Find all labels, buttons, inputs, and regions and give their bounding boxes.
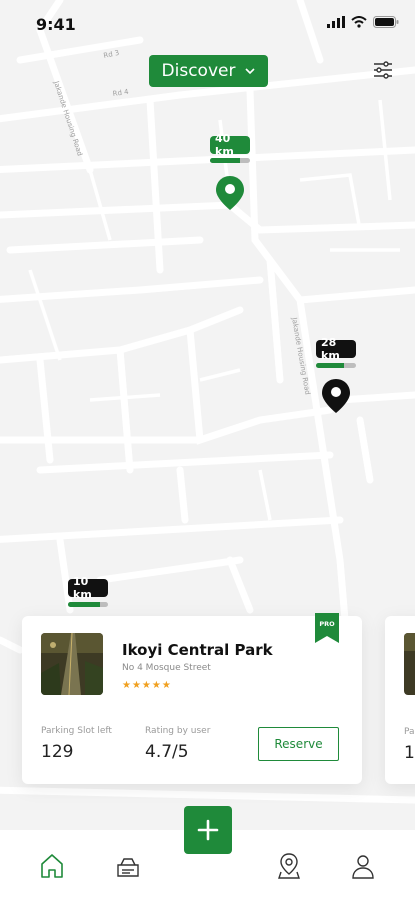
rating-value: 4.7/5 [145, 742, 189, 762]
profile-icon[interactable] [350, 852, 376, 880]
filter-sliders-icon[interactable] [371, 58, 395, 82]
map-pin-icon[interactable] [215, 175, 245, 211]
distance-progress-bar [210, 158, 250, 163]
status-time: 9:41 [36, 15, 76, 34]
status-icons [327, 16, 399, 28]
distance-progress-fill [316, 363, 344, 368]
discover-label: Discover [161, 61, 236, 81]
chevron-down-icon [245, 67, 256, 74]
parking-address: No 4 Mosque Street [122, 663, 211, 673]
distance-badge: 28 km [316, 336, 356, 362]
slots-value: 129 [41, 742, 74, 762]
app-screen: Rd 3 Rd 4 Jakande Housing Road Jakande H… [0, 0, 415, 900]
parking-title: Ikoyi Central Park [122, 641, 273, 659]
distance-progress-fill [210, 158, 240, 163]
slots-value-partial: 12 [404, 743, 415, 763]
distance-badge: 40 km [210, 132, 250, 158]
parking-card[interactable]: PRO Ikoyi Central Park No 4 Mosque Stree… [22, 613, 362, 784]
parking-thumbnail [404, 633, 415, 695]
parking-card-next[interactable]: Pa 12 [385, 616, 415, 784]
distance-progress-fill [68, 602, 100, 607]
reserve-button[interactable]: Reserve [258, 727, 339, 761]
discover-dropdown[interactable]: Discover [149, 55, 268, 87]
pro-badge-text: PRO [319, 620, 335, 628]
map-location-icon[interactable] [276, 852, 302, 880]
distance-progress-bar [68, 602, 108, 607]
home-icon[interactable] [39, 852, 65, 880]
distance-progress-bar [316, 363, 356, 368]
map-pin-icon[interactable] [321, 378, 351, 414]
cellular-signal-icon [327, 16, 345, 28]
wifi-icon [351, 16, 367, 28]
add-icon [197, 819, 219, 841]
add-button[interactable] [184, 806, 232, 854]
status-bar: 9:41 [0, 0, 415, 46]
distance-badge: 10 km [68, 575, 108, 601]
rating-label: Rating by user [145, 726, 211, 736]
rating-stars: ★★★★★ [122, 680, 172, 691]
slots-label: Parking Slot left [41, 726, 112, 736]
parking-ticket-icon[interactable] [115, 852, 141, 880]
parking-thumbnail [41, 633, 103, 695]
pro-ribbon: PRO [315, 613, 339, 643]
slots-label-partial: Pa [404, 727, 415, 737]
battery-icon [373, 16, 399, 28]
